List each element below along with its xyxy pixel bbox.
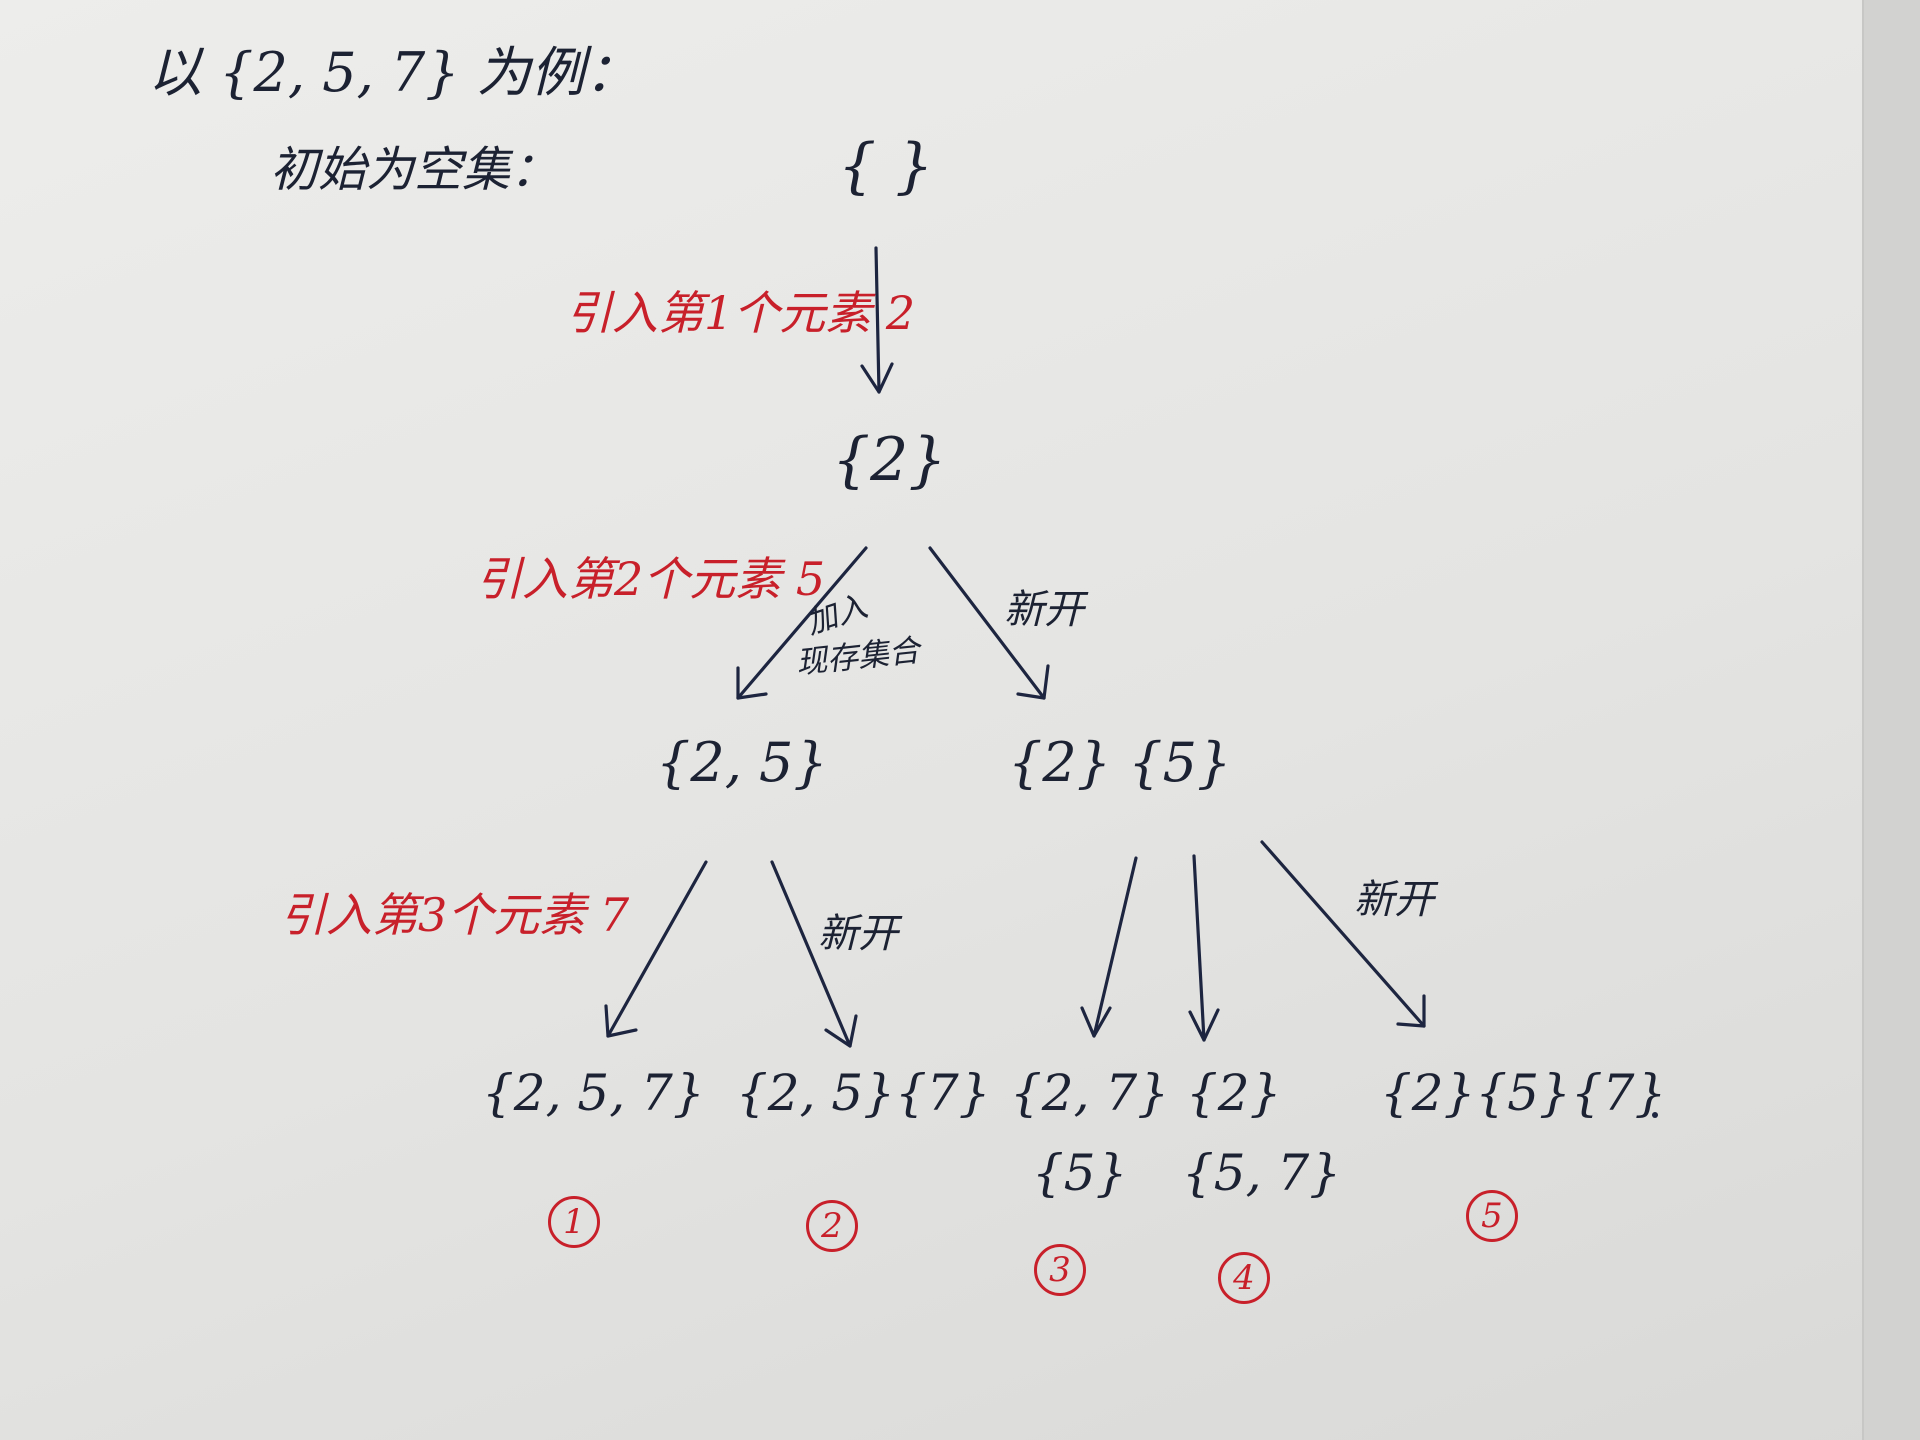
- set-57: {5, 7}: [1182, 1144, 1342, 1202]
- arrow-2-5-to-2-5-7: [1260, 840, 1426, 1028]
- step-label-3: 引入第3个元素 7: [280, 888, 630, 942]
- step-label-2: 引入第2个元素 5: [476, 552, 826, 606]
- result-number-4: 4: [1218, 1252, 1270, 1304]
- set-empty: { }: [838, 131, 934, 201]
- set-25: {2, 5}: [656, 731, 828, 794]
- edge-label-new-b: 新开: [818, 911, 898, 957]
- set-2-second: {2}: [1186, 1064, 1282, 1122]
- arrowhead-25-to-25-7: [824, 1014, 858, 1048]
- set-257: {2, 5, 7}: [482, 1064, 705, 1122]
- set-25-and-7: {2, 5}{7}: [736, 1064, 991, 1122]
- set-27: {2, 7}: [1010, 1064, 1170, 1122]
- initial-label: 初始为空集：: [270, 142, 559, 198]
- set-2-5-7-separate: {2}{5}{7}: [1380, 1064, 1667, 1122]
- set-2-and-5: {2} {5}: [1008, 731, 1232, 794]
- trailing-dot: [1652, 1112, 1658, 1118]
- result-number-1: 1: [548, 1196, 600, 1248]
- edge-label-new-c: 新开: [1354, 877, 1434, 923]
- arrow-2-5-to-27-5: [1092, 856, 1138, 1038]
- result-number-2: 2: [806, 1200, 858, 1252]
- set-5: {5}: [1032, 1144, 1128, 1202]
- result-number-3: 3: [1034, 1244, 1086, 1296]
- set-2: {2}: [832, 425, 947, 495]
- tree-arrows: [604, 246, 1426, 1048]
- step-label-1: 引入第1个元素 2: [566, 286, 916, 340]
- result-number-5: 5: [1466, 1190, 1518, 1242]
- edge-label-new-a: 新开: [1004, 587, 1084, 633]
- title: 以 {2, 5, 7} 为例：: [148, 41, 639, 104]
- arrow-2-5-to-2-57: [1192, 854, 1206, 1042]
